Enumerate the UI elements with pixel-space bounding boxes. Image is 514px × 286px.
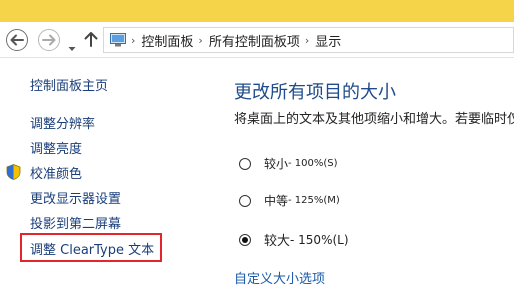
size-option-large[interactable]: 较大 - 150%(L) xyxy=(239,230,349,249)
sidebar-item-home[interactable]: 控制面板主页 xyxy=(30,75,108,94)
sidebar-item-second-screen[interactable]: 投影到第二屏幕 xyxy=(30,213,121,232)
option-label: 较大 xyxy=(264,234,291,249)
breadcrumb-separator: › xyxy=(131,33,136,47)
radio-button[interactable] xyxy=(239,157,251,170)
option-scale: - 100%(S) xyxy=(288,158,338,169)
back-button[interactable] xyxy=(6,29,28,51)
control-panel-icon xyxy=(110,33,126,47)
up-button[interactable] xyxy=(84,31,98,51)
main-content: 更改所有项目的大小 将桌面上的文本及其他项缩小和增大。若要临时仅用 较小 - 1… xyxy=(215,58,514,286)
up-arrow-icon xyxy=(84,32,98,47)
page-description: 将桌面上的文本及其他项缩小和增大。若要临时仅用 xyxy=(234,112,514,127)
page-title: 更改所有项目的大小 xyxy=(234,82,396,103)
sidebar-item-resolution[interactable]: 调整分辨率 xyxy=(30,113,95,132)
custom-size-link[interactable]: 自定义大小选项 xyxy=(234,268,325,286)
recent-locations-button[interactable] xyxy=(68,37,76,56)
navigation-bar: › 控制面板 › 所有控制面板项 › 显示 xyxy=(0,22,514,58)
breadcrumb-separator: › xyxy=(198,33,203,47)
sidebar: 控制面板主页 调整分辨率 调整亮度 校准颜色 更改显示器设置 投影到第二屏幕 调… xyxy=(0,58,215,286)
breadcrumb-all-items[interactable]: 所有控制面板项 xyxy=(209,31,300,50)
forward-arrow-icon xyxy=(42,34,56,46)
sidebar-item-display-settings[interactable]: 更改显示器设置 xyxy=(30,188,121,207)
address-bar[interactable]: › 控制面板 › 所有控制面板项 › 显示 xyxy=(103,27,514,53)
radio-dot xyxy=(242,236,248,243)
option-label: 较小 xyxy=(264,157,289,171)
breadcrumb-separator: › xyxy=(304,33,310,47)
highlight-box xyxy=(20,233,162,262)
option-scale: - 125%(M) xyxy=(288,195,340,206)
breadcrumb-control-panel[interactable]: 控制面板 xyxy=(141,31,193,50)
sidebar-item-calibrate-color[interactable]: 校准颜色 xyxy=(30,163,82,182)
chevron-down-icon xyxy=(68,47,76,51)
size-option-medium[interactable]: 中等 - 125%(M) xyxy=(239,192,340,209)
size-option-small[interactable]: 较小 - 100%(S) xyxy=(239,155,338,172)
shield-icon xyxy=(6,164,21,180)
back-arrow-icon xyxy=(10,34,24,46)
breadcrumb-display[interactable]: 显示 xyxy=(315,31,341,50)
sidebar-item-brightness[interactable]: 调整亮度 xyxy=(30,138,82,157)
option-scale: - 150%(L) xyxy=(290,232,349,247)
radio-button-selected[interactable] xyxy=(239,233,251,246)
title-bar xyxy=(0,0,514,22)
option-label: 中等 xyxy=(264,194,289,208)
forward-button[interactable] xyxy=(38,29,60,51)
radio-button[interactable] xyxy=(239,194,251,207)
